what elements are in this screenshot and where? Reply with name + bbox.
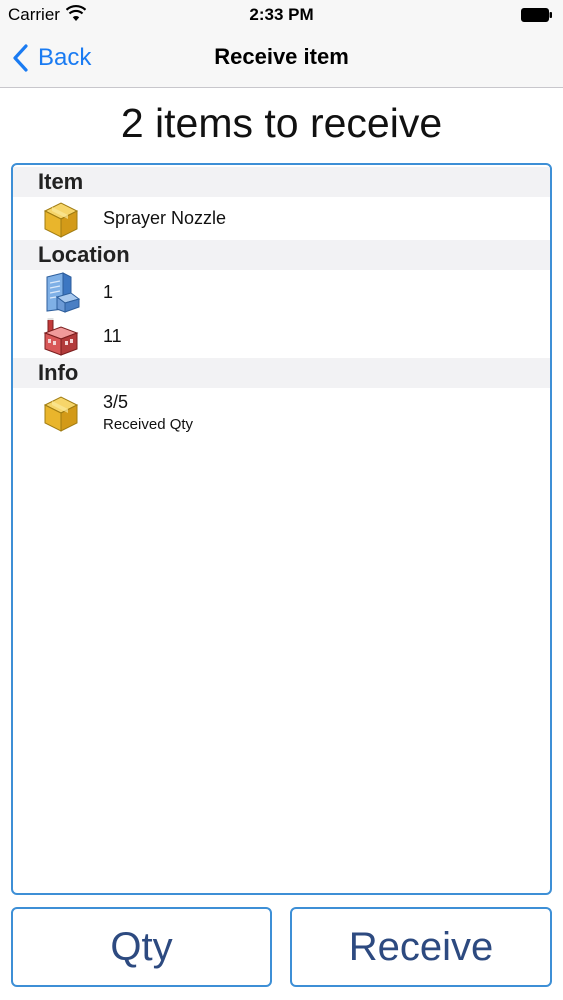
info-row: 3/5 Received Qty <box>13 388 550 436</box>
section-header-location: Location <box>13 240 550 270</box>
item-name: Sprayer Nozzle <box>103 207 227 228</box>
location-warehouse-value: 11 <box>103 325 122 346</box>
section-header-info: Info <box>13 358 550 388</box>
location-building-value: 1 <box>103 281 114 302</box>
status-time: 2:33 PM <box>249 5 314 24</box>
receive-button[interactable]: Receive <box>290 907 552 987</box>
received-qty-value: 3/5 <box>103 391 129 412</box>
received-qty-label: Received Qty <box>103 415 194 433</box>
location-row-warehouse: 11 <box>13 314 550 358</box>
info-text-group: 3/5 Received Qty <box>103 392 193 433</box>
navigation-bar: Back Receive item <box>0 30 563 88</box>
details-panel: Item Sprayer Nozzle Location 1 11 Info 3… <box>11 163 552 895</box>
location-row-building: 1 <box>13 270 550 314</box>
page-heading: 2 items to receive <box>120 100 443 146</box>
qty-button[interactable]: Qty <box>11 907 272 987</box>
item-row: Sprayer Nozzle <box>13 197 550 239</box>
building-icon <box>46 272 81 313</box>
battery-icon <box>521 8 552 22</box>
nav-title: Receive item <box>214 44 349 69</box>
section-header-item: Item <box>13 167 550 197</box>
box-icon <box>43 396 79 432</box>
status-bar: Carrier 2:33 PM <box>0 0 563 30</box>
box-icon <box>43 202 79 238</box>
warehouse-icon <box>43 318 79 356</box>
receive-item-screen: Carrier 2:33 PM Back Receive item 2 item… <box>0 0 563 1000</box>
